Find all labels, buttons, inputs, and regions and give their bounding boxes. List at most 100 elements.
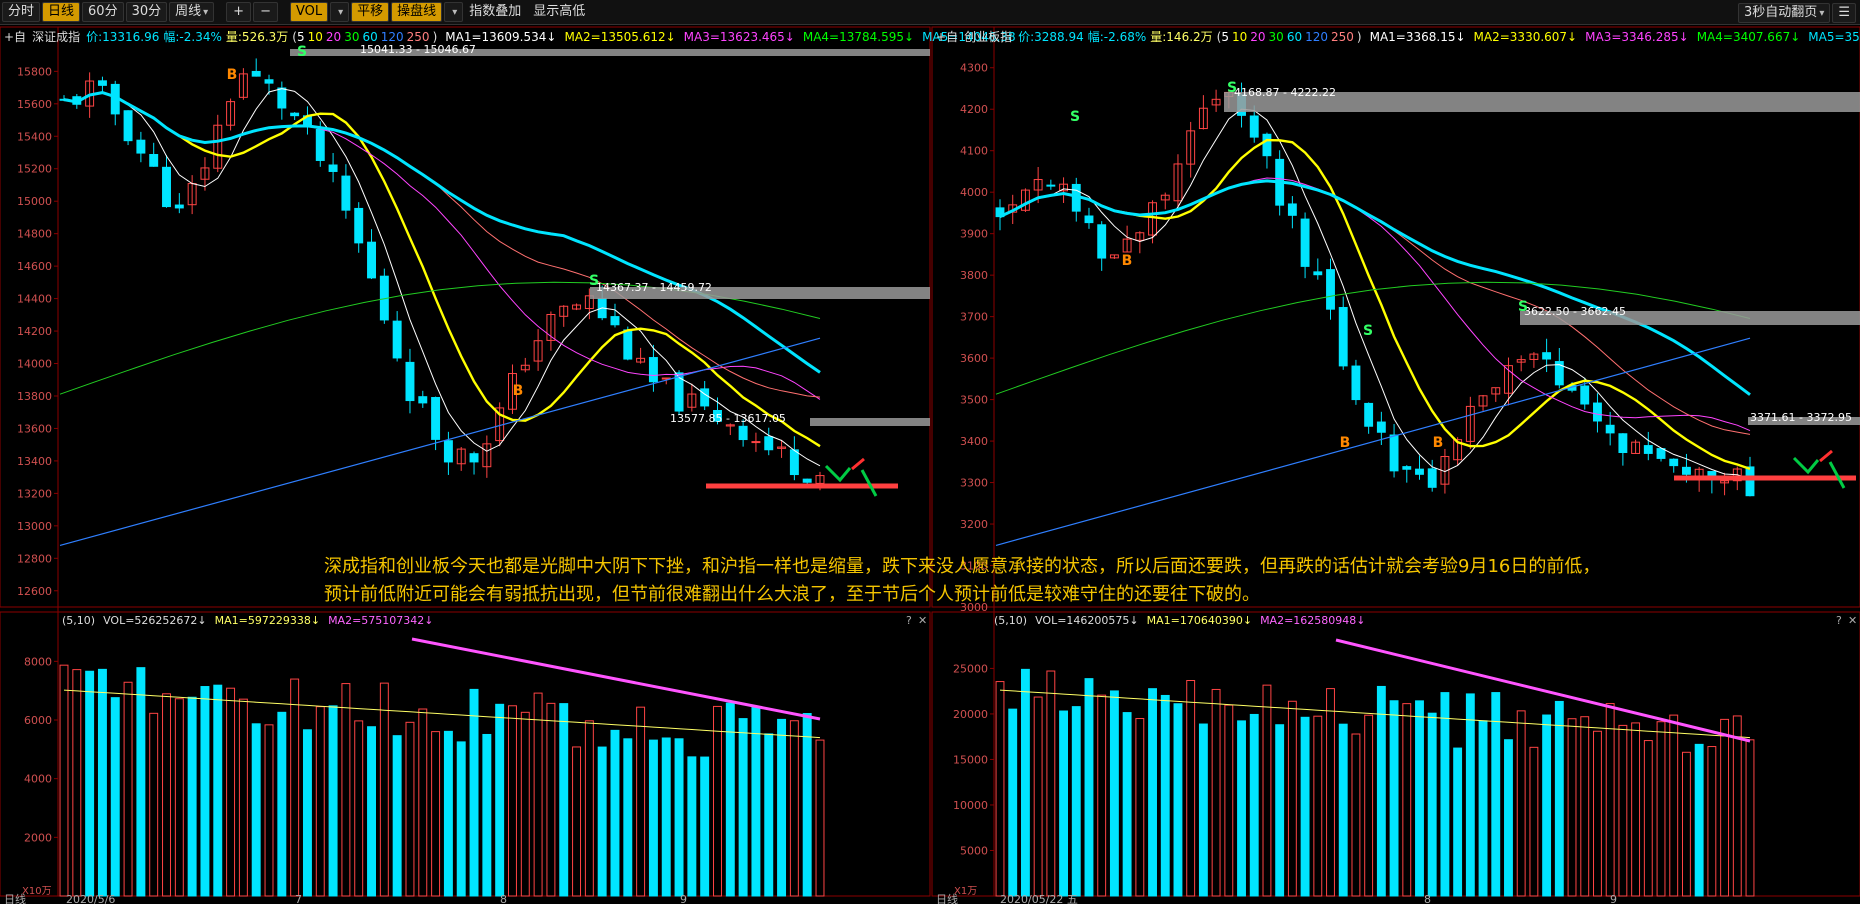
right-candle-body <box>1338 307 1348 367</box>
left-candle-body <box>251 70 261 77</box>
left-y-label: 15000 <box>17 195 52 208</box>
period-weekly-label: 周线 <box>175 4 202 19</box>
left-volume-bar <box>661 737 671 897</box>
left-candle-body <box>469 453 479 463</box>
left-volume-bar <box>277 711 287 897</box>
left-candle-body <box>97 80 107 86</box>
right-signal-marker: B <box>1340 435 1351 451</box>
tool-select[interactable]: 操盘线 <box>391 2 443 22</box>
left-index-name: 深证成指 <box>32 29 80 44</box>
left-candle-body <box>367 241 376 279</box>
right-volume-bar <box>1376 685 1386 897</box>
right-vol-y-label: 5000 <box>960 844 988 857</box>
left-volume-bar <box>610 729 620 897</box>
indicator-dropdown-button[interactable]: ▾ <box>330 2 350 22</box>
left-y-label: 15200 <box>17 163 52 176</box>
chart-canvas[interactable]: 15800 15600 15400 15200 15000 14800 14600 14400… <box>0 25 1860 904</box>
left-candle-body <box>443 440 453 463</box>
left-ma-param: 10 <box>308 30 323 44</box>
left-y-label: 14600 <box>17 260 52 273</box>
right-volume-bar <box>1109 690 1119 897</box>
auto-page-select[interactable]: 3秒自动翻页 ▾ <box>1738 3 1831 23</box>
right-y-label: 4200 <box>960 103 988 116</box>
left-volume-bar <box>456 741 466 897</box>
left-ma-param: 250 <box>407 30 430 44</box>
left-vol-y-label: 6000 <box>24 714 52 727</box>
zoom-out-button[interactable]: − <box>253 2 278 22</box>
left-volume-bar <box>687 756 697 897</box>
zoom-in-button[interactable]: + <box>226 2 252 22</box>
left-volume-bar <box>110 697 120 897</box>
left-volume-bar <box>213 684 223 897</box>
right-candle-body <box>1313 271 1323 276</box>
right-vol-vol: VOL=146200575↓ <box>1035 614 1139 627</box>
left-vol-ma2: MA2=575107342↓ <box>328 614 433 627</box>
overlay-index-button[interactable]: 指数叠加 <box>463 3 527 21</box>
right-candle-body <box>1593 402 1602 422</box>
left-candle-body <box>264 79 274 84</box>
left-date-label: 7 <box>295 893 302 904</box>
right-y-label: 4300 <box>960 62 988 75</box>
right-volume-bar <box>1084 678 1094 897</box>
left-volume-bar <box>469 688 479 897</box>
right-signal-marker: S <box>1518 299 1528 315</box>
flat-button[interactable]: 平移 <box>351 2 390 22</box>
left-vol-params: (5,10) <box>62 614 95 627</box>
right-y-label: 3100 <box>960 560 988 573</box>
period-30min-button[interactable]: 30分 <box>125 2 168 22</box>
menu-button[interactable]: ☰ <box>1832 3 1856 23</box>
left-signal-marker: S <box>297 44 307 60</box>
left-y-label: 14200 <box>17 325 52 338</box>
right-candle-body <box>1542 352 1552 360</box>
left-candle-body <box>149 154 159 167</box>
right-price-value: 价:3288.94 <box>1018 30 1084 44</box>
right-volume-bar <box>1453 747 1463 897</box>
left-candle-body <box>405 361 415 402</box>
show-high-low-button[interactable]: 显示高低 <box>527 3 591 21</box>
right-candle-body <box>1287 203 1297 216</box>
right-candle-body <box>1643 445 1653 454</box>
right-y-label: 3000 <box>960 601 988 614</box>
left-ma2-value: MA2=13505.612↓ <box>564 30 675 44</box>
right-y-label: 4000 <box>960 186 988 199</box>
right-volume-bar <box>1504 739 1513 897</box>
left-y-label: 14000 <box>17 358 52 371</box>
right-volume-bar <box>1173 703 1183 897</box>
right-volume-bar <box>1148 688 1157 897</box>
right-candle-body <box>1415 468 1424 475</box>
left-candle-body <box>174 204 184 209</box>
right-candle-body <box>1605 424 1615 434</box>
chevron-down-icon: ▾ <box>338 7 344 18</box>
right-volume-bar <box>1198 723 1208 897</box>
right-signal-marker: B <box>1433 435 1444 451</box>
left-candle-body <box>290 112 300 117</box>
right-candle-body <box>1097 224 1107 259</box>
left-y-label: 13200 <box>17 487 52 500</box>
left-volume-bar <box>97 668 107 897</box>
right-candle-body <box>1326 269 1335 310</box>
tool-dropdown-button[interactable]: ▾ <box>444 2 464 22</box>
right-signal-marker: S <box>1070 109 1080 125</box>
right-ma-param: 10 <box>1232 30 1247 44</box>
left-candle-body <box>738 425 748 441</box>
period-daily-button[interactable]: 日线 <box>42 2 81 22</box>
right-vol-y-label: 10000 <box>953 799 988 812</box>
left-y-label: 15400 <box>17 130 52 143</box>
indicator-select[interactable]: VOL <box>289 2 329 22</box>
period-intraday-button[interactable]: 分时 <box>2 2 41 22</box>
left-volume-bar <box>648 739 658 897</box>
right-vol-y-label: 25000 <box>953 662 988 675</box>
right-date-label: 8 <box>1424 893 1431 904</box>
chevron-down-icon: ▾ <box>1819 8 1825 19</box>
left-vol-y-label: 2000 <box>24 831 52 844</box>
right-candle-body <box>1580 385 1590 405</box>
left-vol-ma1: MA1=597229338↓ <box>215 614 320 627</box>
left-candle-body <box>700 388 710 407</box>
period-weekly-button[interactable]: 周线 ▾ <box>169 2 215 22</box>
left-y-label: 12600 <box>17 585 52 598</box>
left-volume-bar <box>623 738 633 897</box>
right-volume-bar <box>1237 720 1246 897</box>
left-signal-marker: S <box>589 273 599 289</box>
left-range-label: 13577.85 - 13617.05 <box>670 412 786 425</box>
period-60min-button[interactable]: 60分 <box>82 2 124 22</box>
